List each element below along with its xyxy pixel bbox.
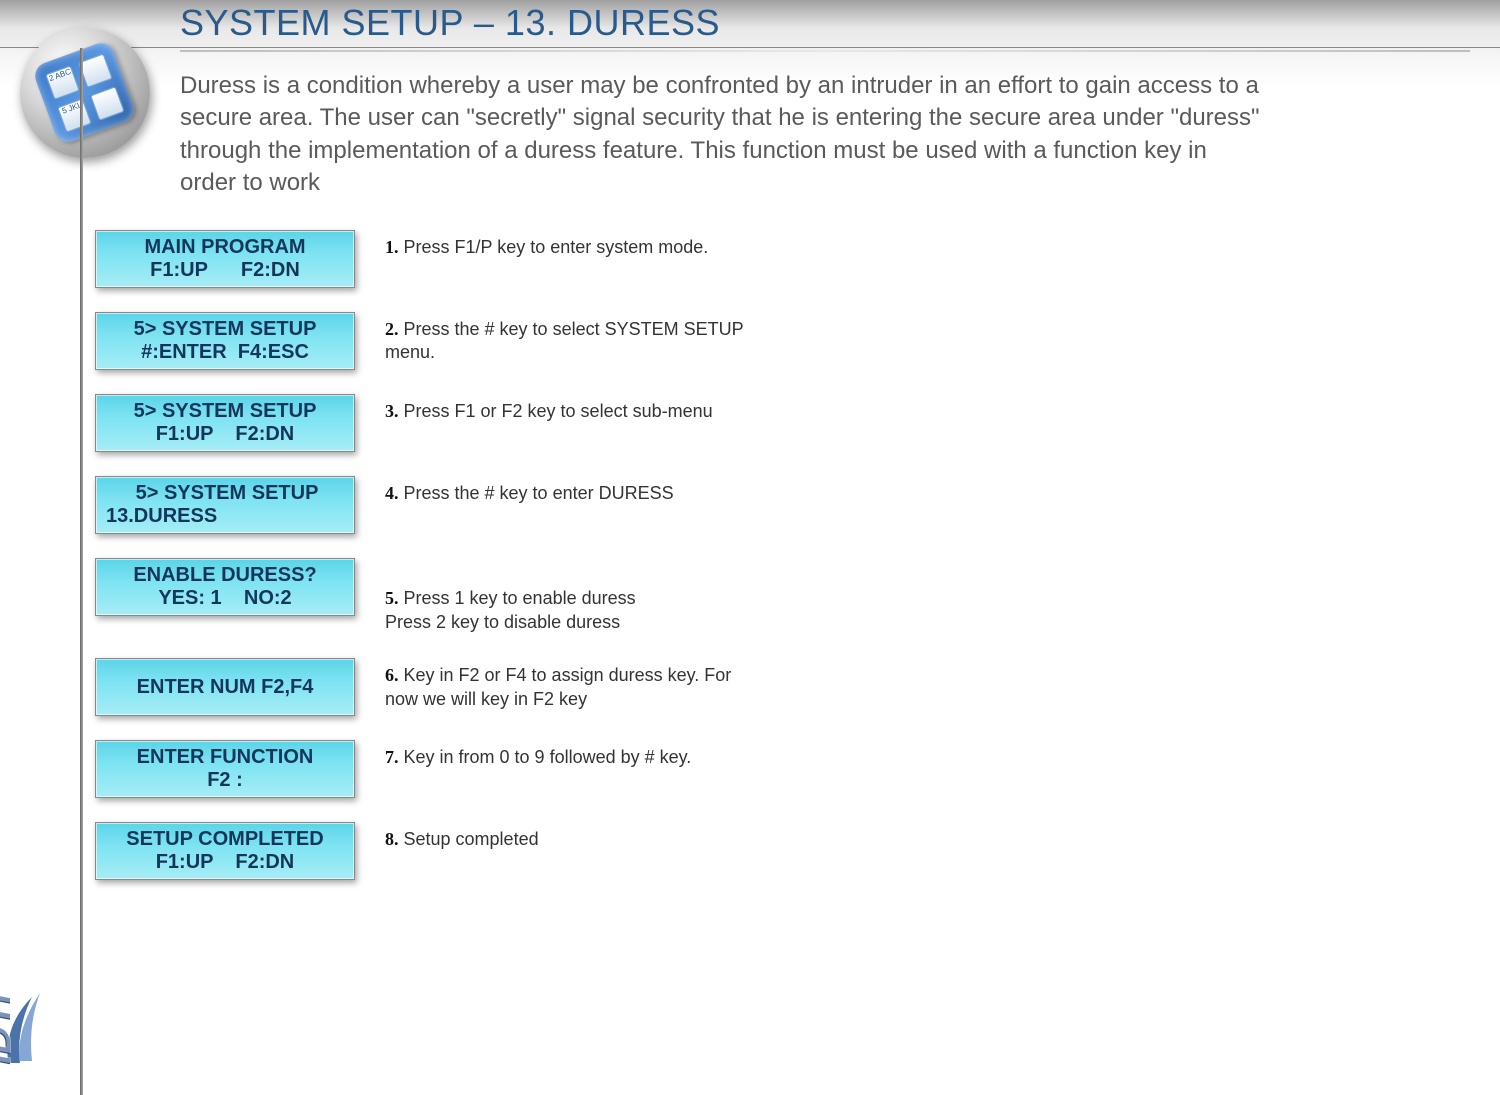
lcd-display: SETUP COMPLETED F1:UP F2:DN xyxy=(95,822,355,880)
lcd-line1: MAIN PROGRAM xyxy=(144,236,305,259)
step-text: 3. Press F1 or F2 key to select sub-menu xyxy=(385,394,745,423)
lcd-line1: 5> SYSTEM SETUP xyxy=(136,482,319,505)
step-number: 4. xyxy=(385,483,399,503)
step-instruction: Setup completed xyxy=(399,829,539,849)
step-instruction: Key in from 0 to 9 followed by # key. xyxy=(399,747,692,767)
step-number: 2. xyxy=(385,319,399,339)
step-instruction: Press the # key to enter DURESS xyxy=(399,483,674,503)
step-text: 2. Press the # key to select SYSTEM SETU… xyxy=(385,312,745,365)
lcd-line1: 5> SYSTEM SETUP xyxy=(134,400,317,423)
brand-logo-text: IDTi xyxy=(0,994,20,1065)
lcd-display: 5> SYSTEM SETUP F1:UP F2:DN xyxy=(95,394,355,452)
side-rule xyxy=(80,48,83,1095)
lcd-display: ENTER FUNCTION F2 : xyxy=(95,740,355,798)
lcd-line2: 13.DURESS xyxy=(106,505,284,528)
lcd-display: MAIN PROGRAM F1:UP F2:DN xyxy=(95,230,355,288)
step-number: 6. xyxy=(385,665,399,685)
lcd-display: ENABLE DURESS? YES: 1 NO:2 xyxy=(95,558,355,616)
step-text: 4. Press the # key to enter DURESS xyxy=(385,476,745,505)
steps-list: MAIN PROGRAM F1:UP F2:DN 1. Press F1/P k… xyxy=(95,230,745,904)
step-number: 5. xyxy=(385,588,399,608)
lcd-line2: F1:UP F2:DN xyxy=(156,851,295,874)
step-text: 5. Press 1 key to enable duress Press 2 … xyxy=(385,558,745,634)
lcd-line1: ENTER FUNCTION xyxy=(137,746,314,769)
step-text: 6. Key in F2 or F4 to assign duress key.… xyxy=(385,658,745,711)
lcd-line2: #:ENTER F4:ESC xyxy=(141,341,309,364)
step-number: 7. xyxy=(385,747,399,767)
lcd-display: 5> SYSTEM SETUP #:ENTER F4:ESC xyxy=(95,312,355,370)
step-instruction: Press 1 key to enable duress Press 2 key… xyxy=(385,588,636,631)
step-row: ENTER FUNCTION F2 : 7. Key in from 0 to … xyxy=(95,740,745,798)
step-row: MAIN PROGRAM F1:UP F2:DN 1. Press F1/P k… xyxy=(95,230,745,288)
lcd-line2: F2 : xyxy=(207,769,243,792)
step-text: 8. Setup completed xyxy=(385,822,745,851)
step-instruction: Press F1/P key to enter system mode. xyxy=(399,237,709,257)
step-row: SETUP COMPLETED F1:UP F2:DN 8. Setup com… xyxy=(95,822,745,880)
lcd-line2: YES: 1 NO:2 xyxy=(158,587,291,610)
step-text: 1. Press F1/P key to enter system mode. xyxy=(385,230,745,259)
step-number: 1. xyxy=(385,237,399,257)
title-divider xyxy=(180,50,1470,52)
device-logo: 2 ABC 5 JKL xyxy=(20,28,150,158)
lcd-display: ENTER NUM F2,F4 xyxy=(95,658,355,716)
step-number: 8. xyxy=(385,829,399,849)
step-instruction: Press the # key to select SYSTEM SETUP m… xyxy=(385,319,743,362)
brand-logo-vertical: IDTi xyxy=(6,895,66,1065)
page-title: SYSTEM SETUP – 13. DURESS xyxy=(180,2,720,44)
step-text: 7. Key in from 0 to 9 followed by # key. xyxy=(385,740,745,769)
description-text: Duress is a condition whereby a user may… xyxy=(180,70,1260,200)
lcd-line2: F1:UP F2:DN xyxy=(150,259,300,282)
step-row: 5> SYSTEM SETUP 13.DURESS 4. Press the #… xyxy=(95,476,745,534)
lcd-line2: F1:UP F2:DN xyxy=(156,423,295,446)
step-number: 3. xyxy=(385,401,399,421)
lcd-line1: ENABLE DURESS? xyxy=(133,564,316,587)
lcd-line1: 5> SYSTEM SETUP xyxy=(134,318,317,341)
step-instruction: Key in F2 or F4 to assign duress key. Fo… xyxy=(385,665,731,708)
step-row: 5> SYSTEM SETUP F1:UP F2:DN 3. Press F1 … xyxy=(95,394,745,452)
step-row: 5> SYSTEM SETUP #:ENTER F4:ESC 2. Press … xyxy=(95,312,745,370)
lcd-line1: SETUP COMPLETED xyxy=(126,828,323,851)
step-row: ENTER NUM F2,F4 6. Key in F2 or F4 to as… xyxy=(95,658,745,716)
step-row: ENABLE DURESS? YES: 1 NO:2 5. Press 1 ke… xyxy=(95,558,745,634)
lcd-line1: ENTER NUM F2,F4 xyxy=(137,676,314,699)
step-instruction: Press F1 or F2 key to select sub-menu xyxy=(399,401,713,421)
lcd-display: 5> SYSTEM SETUP 13.DURESS xyxy=(95,476,355,534)
